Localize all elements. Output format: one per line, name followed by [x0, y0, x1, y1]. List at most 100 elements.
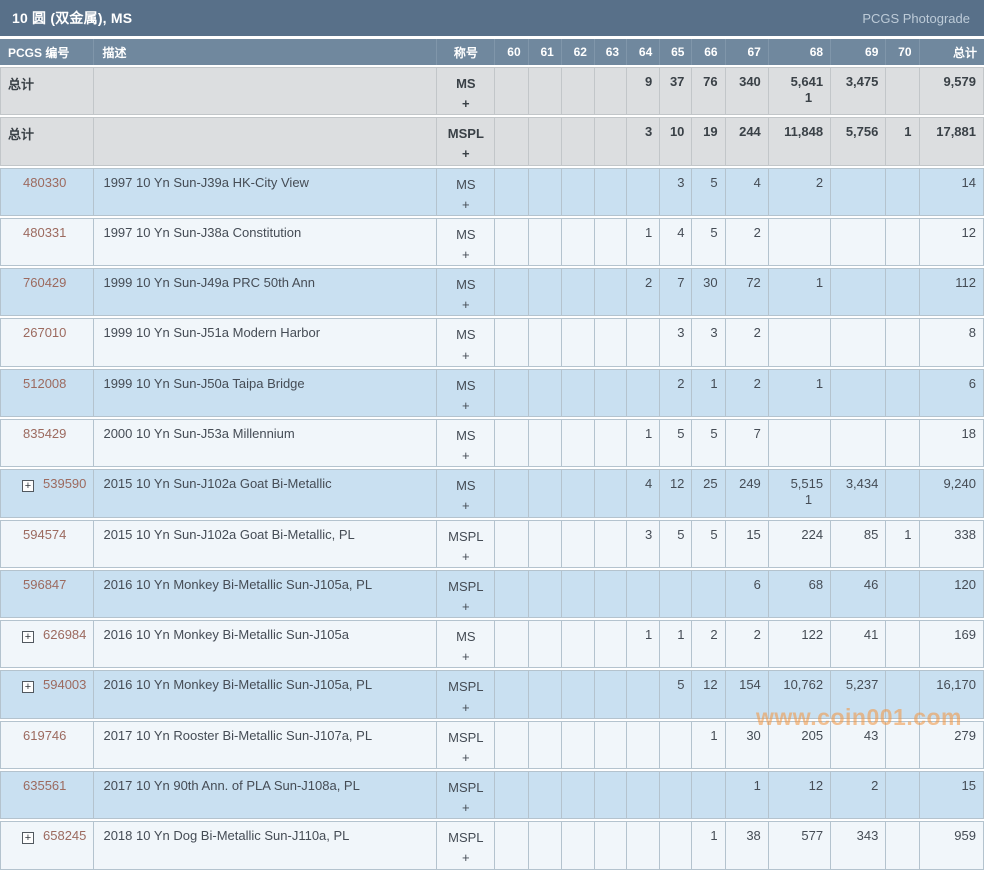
grade-68-cell: 11,848 [768, 117, 832, 166]
expand-icon[interactable]: + [22, 681, 34, 694]
pcgs-number-cell: 480330 [0, 167, 95, 216]
pcgs-number-link[interactable]: 480331 [23, 225, 66, 240]
expand-icon[interactable]: + [22, 480, 34, 493]
photograde-link[interactable]: PCGS Photograde [862, 11, 970, 26]
grade-65-cell [660, 569, 693, 619]
plus-grade-toggle[interactable]: + [437, 547, 494, 567]
grade-63-cell [594, 770, 628, 820]
designation-label: MSPL [448, 528, 484, 544]
plus-grade-toggle[interactable]: + [437, 295, 494, 315]
grade-70-cell [886, 368, 920, 417]
pcgs-number-link[interactable]: 480330 [23, 175, 66, 190]
plus-grade-toggle[interactable]: + [437, 798, 494, 818]
expand-icon[interactable]: + [22, 631, 34, 644]
description-cell [94, 117, 438, 166]
plus-grade-toggle[interactable]: + [437, 396, 494, 416]
pcgs-number-cell: 总计 [0, 117, 95, 166]
coin-row: 480331 1997 10 Yn Sun-J38a Constitution MS… [0, 217, 984, 267]
grade-65-cell: 1 [660, 620, 693, 669]
plus-grade-toggle[interactable]: + [437, 748, 494, 768]
grade-69-cell: 5,237 [831, 670, 887, 719]
grade-62-cell [561, 720, 595, 769]
grade-66-cell: 1 [692, 821, 726, 870]
pcgs-number-link[interactable]: 267010 [23, 325, 66, 340]
pcgs-number-link[interactable]: 539590 [43, 476, 86, 491]
designation-label: MSPL [448, 679, 484, 695]
grade-63-cell [594, 368, 628, 417]
pcgs-number-link[interactable]: 760429 [23, 275, 66, 290]
grade-67-cell: 154 [725, 670, 769, 719]
col-header-grade-65: 65 [660, 39, 693, 65]
designation-cell: MS + [437, 217, 496, 267]
pcgs-number-link[interactable]: 596847 [23, 577, 66, 592]
col-header-total: 总计 [919, 39, 984, 65]
plus-grade-toggle[interactable]: + [437, 346, 494, 366]
plus-grade-toggle[interactable]: + [437, 496, 494, 516]
grade-63-cell [594, 167, 628, 216]
pcgs-number-cell: +539590 [0, 469, 95, 518]
grade-68-cell: 122 [768, 620, 832, 669]
pcgs-number-cell: 760429 [0, 268, 95, 317]
plus-grade-toggle[interactable]: + [437, 446, 494, 466]
description-cell: 2016 10 Yn Monkey Bi-Metallic Sun-J105a [94, 620, 438, 669]
coin-row: 596847 2016 10 Yn Monkey Bi-Metallic Sun-… [0, 569, 984, 619]
grade-66-cell: 5 [692, 519, 726, 568]
grade-66-cell: 5 [692, 167, 726, 216]
pcgs-number-link[interactable]: 635561 [23, 778, 66, 793]
grade-65-cell: 4 [660, 217, 693, 267]
grade-61-cell [528, 620, 562, 669]
grade-70-cell [886, 620, 920, 669]
row-total-cell: 959 [919, 821, 984, 870]
grade-70-cell [886, 770, 920, 820]
grade-61-cell [528, 770, 562, 820]
grade-66-cell: 5 [692, 217, 726, 267]
plus-grade-toggle[interactable]: + [437, 848, 494, 868]
designation-cell: MS + [437, 368, 496, 417]
plus-grade-toggle[interactable]: + [437, 195, 494, 215]
plus-grade-count: 1 [804, 492, 813, 508]
grade-67-cell: 2 [725, 318, 769, 367]
grade-62-cell [561, 217, 595, 267]
grade-64-cell [627, 368, 661, 417]
expand-icon[interactable]: + [22, 832, 34, 845]
pcgs-number-link[interactable]: 626984 [43, 627, 86, 642]
description-cell: 1997 10 Yn Sun-J38a Constitution [94, 217, 438, 267]
grade-69-cell [831, 368, 887, 417]
plus-grade-toggle[interactable]: + [437, 245, 494, 265]
description-cell: 1997 10 Yn Sun-J39a HK-City View [94, 167, 438, 216]
pcgs-number-link[interactable]: 512008 [23, 376, 66, 391]
grade-67-cell: 4 [725, 167, 769, 216]
grade-65-cell [660, 720, 693, 769]
pcgs-number-link[interactable]: 658245 [43, 828, 86, 843]
pcgs-number-link[interactable]: 835429 [23, 426, 66, 441]
designation-cell: MS + [437, 318, 496, 367]
coin-row: +658245 2018 10 Yn Dog Bi-Metallic Sun-J1… [0, 821, 984, 870]
grade-62-cell [561, 770, 595, 820]
grade-61-cell [528, 268, 562, 317]
plus-grade-toggle[interactable]: + [437, 144, 494, 164]
plus-grade-toggle[interactable]: + [437, 698, 494, 718]
grade-67-cell: 7 [725, 418, 769, 468]
grade-68-cell: 68 [768, 569, 832, 619]
grade-64-cell: 3 [627, 117, 661, 166]
pcgs-number-link[interactable]: 619746 [23, 728, 66, 743]
grade-66-cell: 76 [692, 67, 726, 116]
grade-61-cell [528, 519, 562, 568]
designation-label: MS [456, 377, 476, 393]
row-total-cell: 279 [919, 720, 984, 769]
plus-grade-toggle[interactable]: + [437, 647, 494, 667]
row-total-cell: 9,579 [919, 67, 984, 116]
col-header-grade-64: 64 [627, 39, 661, 65]
grade-64-cell: 1 [627, 620, 661, 669]
designation-cell: MSPL + [437, 770, 496, 820]
pcgs-number-link[interactable]: 594003 [43, 677, 86, 692]
plus-grade-toggle[interactable]: + [437, 597, 494, 617]
grade-63-cell [594, 519, 628, 568]
plus-grade-toggle[interactable]: + [437, 94, 494, 114]
pcgs-number-link[interactable]: 594574 [23, 527, 66, 542]
coin-row: +626984 2016 10 Yn Monkey Bi-Metallic Sun… [0, 620, 984, 669]
grade-63-cell [594, 418, 628, 468]
grade-65-cell: 3 [660, 318, 693, 367]
grade-66-cell: 25 [692, 469, 726, 518]
col-header-description: 描述 [94, 39, 438, 65]
